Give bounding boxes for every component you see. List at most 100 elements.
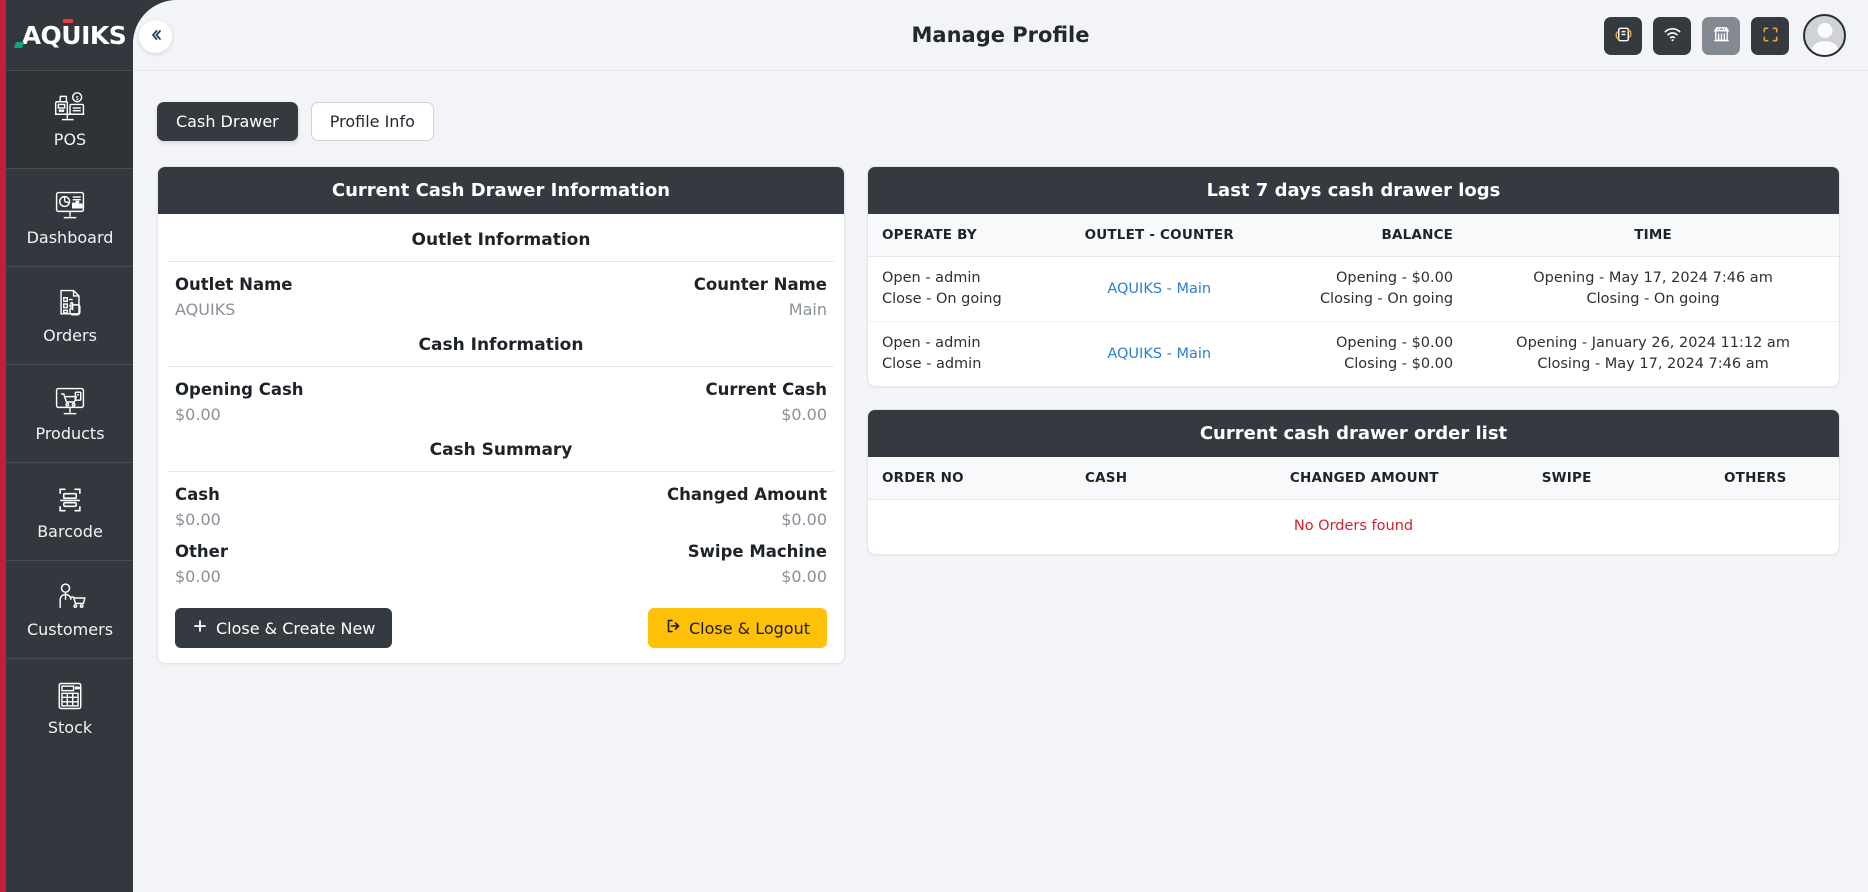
logs-cell-time: Opening - May 17, 2024 7:46 am Closing -… [1467, 256, 1839, 323]
logs-cell-operate-by: Open - admin Close - admin [868, 322, 1050, 387]
cash-drawer-card: Current Cash Drawer Information Outlet I… [157, 166, 845, 664]
sidebar-item-stock[interactable]: Stock [0, 658, 140, 756]
sidebar-item-customers[interactable]: Customers [0, 560, 140, 658]
counter-name-label: Counter Name [693, 275, 827, 294]
sidebar-item-label: Dashboard [26, 228, 114, 247]
cash-drawer-logs-card: Last 7 days cash drawer logs OPERATE BY … [867, 166, 1840, 388]
topbar: Manage Profile [133, 0, 1868, 71]
order-list-table: ORDER NO CASH CHANGED AMOUNT SWIPE OTHER… [868, 457, 1839, 554]
sidebar-item-dashboard[interactable]: Dashboard [0, 168, 140, 266]
brand-logo[interactable]: AQUIKS [0, 0, 140, 70]
store-icon-button[interactable] [1702, 16, 1740, 55]
avatar[interactable] [1803, 14, 1846, 57]
logs-cell-operate-by: Open - admin Close - On going [868, 256, 1050, 323]
topbar-actions [1604, 0, 1846, 71]
time-closing: Closing - On going [1586, 291, 1720, 308]
barcode-scan-icon [51, 483, 89, 517]
sync-icon-button[interactable] [1604, 16, 1642, 55]
logs-col-time: TIME [1467, 214, 1839, 257]
order-col-changed-amount: CHANGED AMOUNT [1200, 457, 1528, 501]
close-and-create-new-button[interactable]: Close & Create New [175, 608, 393, 648]
current-order-list-card: Current cash drawer order list ORDER NO … [867, 409, 1840, 556]
customer-cart-icon [51, 581, 89, 615]
sidebar-item-label: Barcode [37, 522, 103, 541]
wifi-icon-button[interactable] [1653, 16, 1691, 55]
left-column: Current Cash Drawer Information Outlet I… [157, 166, 845, 664]
changed-amount-value: $0.00 [781, 510, 827, 529]
swipe-machine-value: $0.00 [781, 567, 827, 586]
products-cart-icon [51, 385, 89, 419]
close-and-logout-button[interactable]: Close & Logout [647, 608, 827, 648]
logs-col-balance: BALANCE [1268, 214, 1468, 257]
tab-profile-info[interactable]: Profile Info [310, 102, 434, 141]
sync-icon [1613, 24, 1634, 48]
other-label: Other [175, 542, 228, 561]
logs-cell-balance: Opening - $0.00 Closing - $0.00 [1269, 322, 1468, 387]
outlet-information-heading: Outlet Information [168, 214, 834, 262]
order-list-card-title: Current cash drawer order list [868, 410, 1839, 458]
stock-calculator-icon [51, 679, 89, 713]
order-col-cash: CASH [1071, 457, 1201, 501]
avatar-head [1817, 23, 1832, 38]
sidebar-item-label: Stock [47, 718, 93, 737]
logs-cell-time: Opening - January 26, 2024 11:12 am Clos… [1467, 322, 1839, 387]
cash-labels-row: Opening Cash Current Cash [168, 367, 834, 399]
time-opening: Opening - May 17, 2024 7:46 am [1533, 270, 1773, 286]
order-col-others: OTHERS [1671, 457, 1839, 501]
logs-card-title: Last 7 days cash drawer logs [868, 167, 1839, 214]
close-and-create-new-label: Close & Create New [216, 618, 376, 638]
fullscreen-icon [1760, 24, 1781, 48]
table-row[interactable]: Open - admin Close - On going AQUIKS - M… [868, 256, 1839, 323]
tab-bar: Cash Drawer Profile Info [133, 71, 1868, 141]
sidebar-item-label: Products [35, 424, 105, 443]
balance-opening: Opening - $0.00 [1335, 335, 1454, 352]
logs-table-header-row: OPERATE BY OUTLET - COUNTER BALANCE TIME [868, 214, 1839, 257]
outlet-name-value: AQUIKS [175, 300, 236, 319]
order-table-header-row: ORDER NO CASH CHANGED AMOUNT SWIPE OTHER… [868, 457, 1839, 501]
current-cash-label: Current Cash [705, 380, 827, 399]
outlet-counter-link[interactable]: AQUIKS - Main [1107, 281, 1211, 297]
cash-drawer-card-body: Outlet Information Outlet Name Counter N… [158, 214, 844, 663]
opening-cash-value: $0.00 [175, 405, 221, 424]
sidebar-item-barcode[interactable]: Barcode [0, 462, 140, 560]
wifi-icon [1662, 24, 1683, 48]
logo-red-accent-icon [62, 18, 73, 23]
svg-text:$: $ [76, 96, 79, 102]
logo-green-accent-icon [13, 41, 24, 48]
outlet-counter-link[interactable]: AQUIKS - Main [1107, 346, 1211, 362]
close-and-logout-label: Close & Logout [688, 618, 810, 638]
sidebar: AQUIKS $ POS Dashboard Orders Products B… [0, 0, 140, 892]
balance-closing: Closing - On going [1319, 291, 1454, 308]
no-orders-found-message: No Orders found [1293, 518, 1414, 535]
dashboard-chart-icon [51, 189, 89, 223]
summary-labels-row-2: Other Swipe Machine [168, 529, 834, 561]
logs-cell-outlet-counter: AQUIKS - Main [1050, 322, 1269, 387]
drawer-actions-row: Close & Create New Close & Logout [168, 586, 834, 651]
sidebar-item-orders[interactable]: Orders [0, 266, 140, 364]
operate-open: Open - admin [882, 270, 981, 286]
table-row[interactable]: Open - admin Close - admin AQUIKS - Main… [868, 322, 1839, 387]
right-column: Last 7 days cash drawer logs OPERATE BY … [867, 166, 1840, 556]
logs-cell-balance: Opening - $0.00 Closing - On going [1268, 256, 1468, 323]
cash-value: $0.00 [175, 510, 221, 529]
logo-text: AQUIKS [21, 20, 127, 50]
pos-terminal-icon: $ [51, 91, 89, 125]
balance-closing: Closing - $0.00 [1344, 356, 1454, 373]
panels-grid: Current Cash Drawer Information Outlet I… [133, 141, 1868, 664]
cash-label: Cash [175, 485, 220, 504]
left-accent-strip [0, 0, 6, 892]
tab-cash-drawer[interactable]: Cash Drawer [157, 102, 298, 141]
sidebar-item-products[interactable]: Products [0, 364, 140, 462]
order-col-swipe: SWIPE [1527, 457, 1672, 501]
outlet-name-label: Outlet Name [175, 275, 293, 294]
balance-opening: Opening - $0.00 [1335, 270, 1454, 286]
orders-clipboard-icon [51, 287, 89, 321]
cash-drawer-card-title: Current Cash Drawer Information [158, 167, 844, 214]
sidebar-item-pos[interactable]: $ POS [0, 70, 140, 168]
operate-close: Close - admin [882, 356, 982, 373]
fullscreen-icon-button[interactable] [1751, 16, 1789, 55]
avatar-body [1810, 41, 1839, 55]
sidebar-item-label: Customers [26, 620, 114, 639]
operate-close: Close - On going [882, 291, 1002, 308]
store-icon [1711, 24, 1732, 48]
